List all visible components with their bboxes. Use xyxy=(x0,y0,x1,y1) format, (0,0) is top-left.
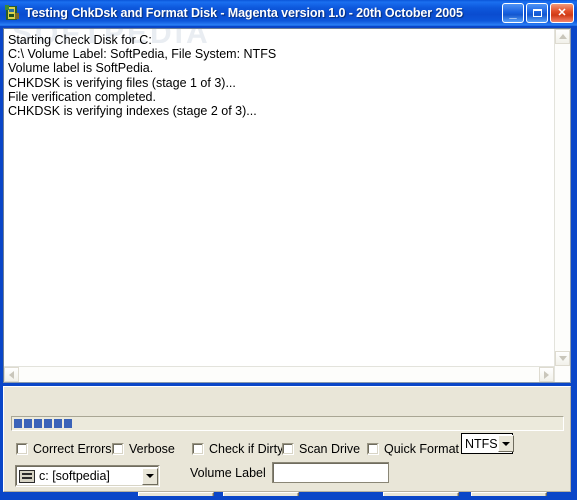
checkbox-correct-errors[interactable]: Correct Errors xyxy=(16,439,111,459)
scroll-right-icon xyxy=(544,370,549,379)
window-controls: _ ✕ xyxy=(502,3,574,23)
checkbox-label: Quick Format xyxy=(384,442,460,456)
volume-label-input[interactable] xyxy=(272,462,389,483)
minimize-button[interactable]: _ xyxy=(502,3,524,23)
scroll-down-button[interactable] xyxy=(555,351,570,366)
log-output-area[interactable]: SOFTPEDIA Starting Check Disk for C: C:\… xyxy=(3,28,571,383)
drive-value: c: [softpedia] xyxy=(39,469,110,483)
vertical-scrollbar[interactable] xyxy=(554,29,570,382)
progress-block xyxy=(44,419,52,428)
maximize-icon xyxy=(527,4,547,22)
checkbox-box[interactable] xyxy=(192,443,204,455)
maximize-button[interactable] xyxy=(526,3,548,23)
filesystem-value: NTFS xyxy=(465,436,498,451)
checkbox-verbose[interactable]: Verbose xyxy=(112,439,175,459)
progress-block xyxy=(34,419,42,428)
scroll-up-icon xyxy=(558,34,567,39)
log-line: File verification completed. xyxy=(8,89,156,104)
progress-block xyxy=(14,419,22,428)
log-line: Volume label is SoftPedia. xyxy=(8,61,154,76)
drive-select[interactable]: c: [softpedia] xyxy=(15,465,160,487)
application-window: Testing ChkDsk and Format Disk - Magenta… xyxy=(0,0,577,500)
scroll-left-icon xyxy=(9,370,14,379)
scroll-down-icon xyxy=(558,356,567,361)
log-line: C:\ Volume Label: SoftPedia, File System… xyxy=(8,47,277,62)
filesystem-select[interactable]: NTFS xyxy=(461,433,514,454)
checkbox-scan-drive[interactable]: Scan Drive xyxy=(282,439,360,459)
checkbox-label: Correct Errors xyxy=(33,442,112,456)
hard-drive-icon xyxy=(19,469,35,483)
close-button[interactable]: ✕ xyxy=(550,3,574,23)
volume-label-caption: Volume Label xyxy=(190,466,266,480)
progress-bar xyxy=(11,416,564,431)
progress-block xyxy=(24,419,32,428)
progress-block xyxy=(64,419,72,428)
checkbox-box[interactable] xyxy=(112,443,124,455)
checkbox-check-if-dirty[interactable]: Check if Dirty xyxy=(192,439,283,459)
horizontal-scrollbar[interactable] xyxy=(4,366,554,382)
checkbox-box[interactable] xyxy=(16,443,28,455)
close-icon: ✕ xyxy=(557,6,567,19)
title-bar[interactable]: Testing ChkDsk and Format Disk - Magenta… xyxy=(0,0,577,26)
app-icon xyxy=(3,4,21,22)
checkbox-label: Scan Drive xyxy=(299,442,361,456)
window-body: SOFTPEDIA Starting Check Disk for C: C:\… xyxy=(3,26,574,500)
chevron-down-icon[interactable] xyxy=(142,467,158,485)
log-line: CHKDSK is verifying indexes (stage 2 of … xyxy=(8,104,257,119)
checkbox-quick-format[interactable]: Quick Format xyxy=(367,439,459,459)
checkbox-label: Verbose xyxy=(129,442,175,456)
log-line-list: Starting Check Disk for C: C:\ Volume La… xyxy=(8,33,568,118)
checkbox-label: Check if Dirty xyxy=(209,442,284,456)
progress-block xyxy=(54,419,62,428)
minimize-icon: _ xyxy=(509,5,517,20)
chevron-down-icon[interactable] xyxy=(497,435,514,452)
checkbox-box[interactable] xyxy=(282,443,294,455)
window-frame-bottom xyxy=(0,496,577,500)
scroll-right-button[interactable] xyxy=(539,367,554,382)
log-line: CHKDSK is verifying files (stage 1 of 3)… xyxy=(8,75,236,90)
log-line: Starting Check Disk for C: xyxy=(8,33,152,47)
checkbox-box[interactable] xyxy=(367,443,379,455)
scroll-up-button[interactable] xyxy=(555,29,570,44)
scroll-left-button[interactable] xyxy=(4,367,19,382)
window-title: Testing ChkDsk and Format Disk - Magenta… xyxy=(25,6,463,20)
